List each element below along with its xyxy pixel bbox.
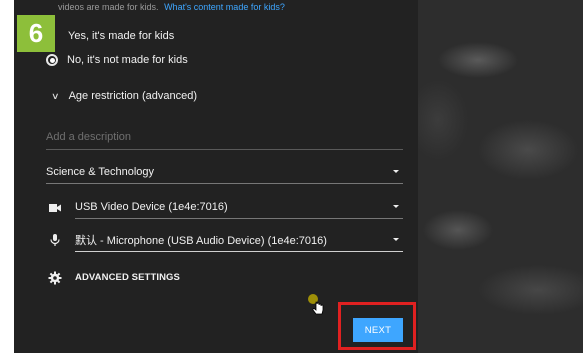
- category-select[interactable]: Science & Technology: [46, 161, 403, 184]
- helper-text: videos are made for kids.: [58, 2, 159, 12]
- camera-value: USB Video Device (1e4e:7016): [75, 201, 228, 213]
- radio-made-for-kids-label: Yes, it's made for kids: [68, 30, 175, 42]
- dropdown-caret-icon: [393, 205, 399, 208]
- microphone-value: 默认 - Microphone (USB Audio Device) (1e4e…: [75, 235, 327, 247]
- age-restriction-toggle[interactable]: ∨ Age restriction (advanced): [51, 90, 197, 102]
- radio-not-made-for-kids[interactable]: No, it's not made for kids: [46, 54, 188, 66]
- description-input[interactable]: Add a description: [46, 131, 403, 150]
- dropdown-caret-icon: [393, 170, 399, 173]
- videocam-icon: [49, 204, 61, 212]
- camera-preview: [418, 0, 583, 353]
- microphone-select[interactable]: 默认 - Microphone (USB Audio Device) (1e4e…: [75, 229, 403, 252]
- microphone-icon: [50, 234, 60, 246]
- made-for-kids-helper: videos are made for kids. What's content…: [58, 2, 285, 12]
- category-value: Science & Technology: [46, 166, 155, 178]
- radio-not-made-for-kids-label: No, it's not made for kids: [67, 54, 188, 66]
- next-button[interactable]: NEXT: [353, 318, 403, 342]
- gear-icon[interactable]: [48, 271, 62, 285]
- made-for-kids-link[interactable]: What's content made for kids?: [164, 2, 285, 12]
- mouse-cursor-icon: [308, 294, 324, 315]
- dropdown-caret-icon: [393, 238, 399, 241]
- camera-select[interactable]: USB Video Device (1e4e:7016): [75, 196, 403, 219]
- age-restriction-label: Age restriction (advanced): [68, 90, 197, 102]
- radio-made-for-kids[interactable]: Yes, it's made for kids: [48, 30, 174, 42]
- chevron-down-icon: ∨: [51, 90, 60, 101]
- advanced-settings-link[interactable]: ADVANCED SETTINGS: [75, 272, 180, 283]
- radio-selected-icon[interactable]: [46, 54, 58, 66]
